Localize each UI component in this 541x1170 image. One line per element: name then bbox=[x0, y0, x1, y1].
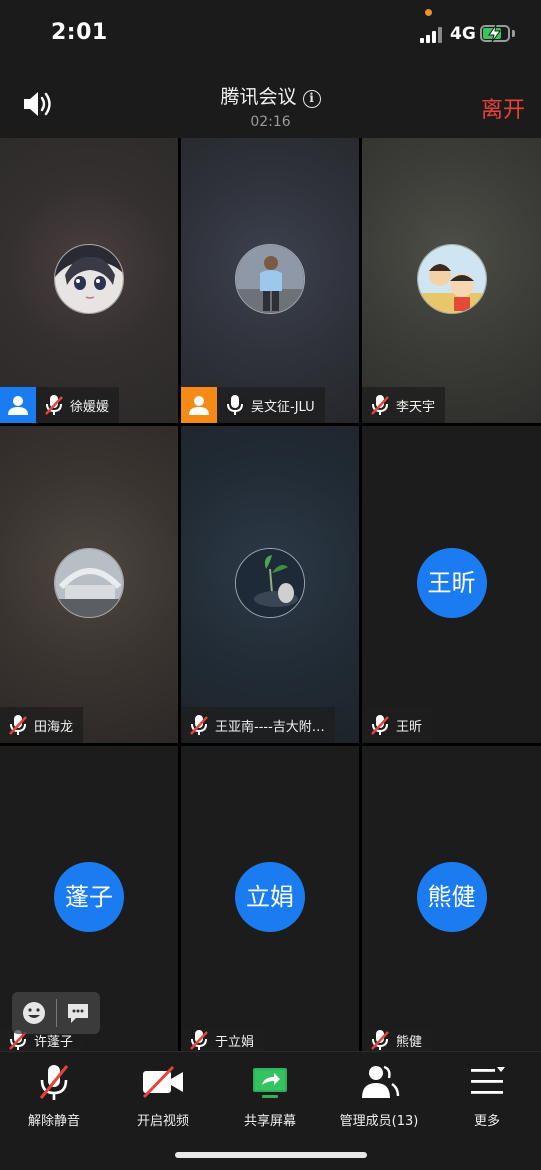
meeting-header: 腾讯会议 i 02:16 离开 bbox=[0, 66, 541, 138]
mic-muted-icon bbox=[190, 1030, 208, 1050]
manage-members-button[interactable]: 管理成员(13) bbox=[335, 1062, 423, 1129]
participant-name-tag: 王昕 bbox=[362, 707, 433, 743]
mic-muted-icon bbox=[9, 715, 27, 735]
participant-avatar bbox=[416, 243, 487, 314]
share-screen-label: 共享屏幕 bbox=[243, 1114, 296, 1129]
leave-button[interactable]: 离开 bbox=[481, 92, 525, 124]
mic-muted-icon bbox=[39, 1065, 69, 1100]
share-screen-icon bbox=[253, 1068, 287, 1098]
user-icon bbox=[8, 396, 28, 415]
charging-icon bbox=[488, 24, 501, 43]
participant-tile[interactable]: 吴文征-JLU bbox=[181, 138, 359, 423]
participant-tile[interactable]: 李天宇 bbox=[362, 138, 541, 423]
emoji-button[interactable] bbox=[12, 992, 56, 1034]
participant-name-tag: 于立娟 bbox=[181, 1029, 265, 1051]
participant-name-tag: 王亚南----吉大附… bbox=[181, 707, 335, 743]
participant-tile[interactable]: 立娟 于立娟 bbox=[181, 746, 359, 1051]
participant-name: 熊健 bbox=[396, 1034, 423, 1050]
participant-avatar: 立娟 bbox=[235, 861, 305, 932]
participant-avatar: 王昕 bbox=[416, 547, 487, 618]
start-video-label: 开启视频 bbox=[136, 1114, 189, 1129]
chat-button[interactable] bbox=[56, 992, 100, 1034]
meeting-title: 腾讯会议 bbox=[220, 86, 297, 108]
privacy-indicator-dot bbox=[425, 9, 432, 16]
participant-name-tag: 徐媛媛 bbox=[0, 387, 120, 423]
share-screen-button[interactable]: 共享屏幕 bbox=[238, 1062, 302, 1129]
meeting-timer: 02:16 bbox=[250, 114, 291, 130]
emoji-icon bbox=[22, 1002, 45, 1024]
mic-muted-icon bbox=[371, 1030, 389, 1050]
home-indicator[interactable] bbox=[175, 1152, 367, 1158]
participant-name: 王昕 bbox=[396, 719, 423, 735]
participant-name: 田海龙 bbox=[34, 719, 74, 735]
more-button[interactable]: 更多 bbox=[455, 1062, 519, 1129]
participant-name-tag: 田海龙 bbox=[0, 707, 84, 743]
participant-name-tag: 李天宇 bbox=[362, 387, 446, 423]
start-video-button[interactable]: 开启视频 bbox=[131, 1062, 195, 1129]
participant-avatar bbox=[54, 547, 124, 618]
participant-tile[interactable]: 徐媛媛 bbox=[0, 138, 178, 423]
unmute-button[interactable]: 解除静音 bbox=[22, 1062, 86, 1129]
manage-members-label: 管理成员(13) bbox=[339, 1114, 419, 1129]
participant-avatar bbox=[54, 243, 124, 314]
signal-icon bbox=[420, 27, 444, 43]
participant-avatar: 蓬子 bbox=[54, 861, 124, 932]
mic-muted-icon bbox=[190, 715, 208, 735]
participant-tile[interactable]: 田海龙 bbox=[0, 426, 178, 743]
participant-tile[interactable]: 熊健 熊健 bbox=[362, 746, 541, 1051]
participant-tile[interactable]: 王亚南----吉大附… bbox=[181, 426, 359, 743]
participant-tile[interactable]: 王昕 王昕 bbox=[362, 426, 541, 743]
participant-name-tag: 吴文征-JLU bbox=[181, 387, 325, 423]
participant-name-tag: 熊健 bbox=[362, 1029, 433, 1051]
mic-on-icon bbox=[227, 395, 243, 415]
mic-muted-icon bbox=[371, 395, 389, 415]
status-time: 2:01 bbox=[51, 20, 108, 45]
user-icon bbox=[189, 396, 209, 415]
meeting-title-wrap: 腾讯会议 i bbox=[0, 82, 541, 109]
more-menu-icon bbox=[471, 1067, 505, 1094]
participant-avatar bbox=[235, 547, 305, 618]
participant-name: 徐媛媛 bbox=[70, 399, 110, 415]
participant-name: 李天宇 bbox=[396, 399, 436, 415]
participant-name: 王亚南----吉大附… bbox=[215, 719, 325, 735]
status-bar: 2:01 4G bbox=[0, 0, 541, 66]
network-type: 4G bbox=[450, 24, 476, 44]
video-off-icon bbox=[142, 1065, 183, 1099]
participant-grid: 徐媛媛 吴文征-JLU 李天宇 田海龙 王亚南----吉大附… 王昕 王昕 蓬子… bbox=[0, 138, 541, 1051]
participant-name: 于立娟 bbox=[215, 1034, 255, 1050]
chat-icon bbox=[68, 1004, 89, 1023]
participant-avatar: 熊健 bbox=[416, 861, 487, 932]
unmute-label: 解除静音 bbox=[27, 1114, 80, 1129]
members-icon bbox=[362, 1065, 400, 1098]
cohost-badge bbox=[181, 387, 217, 423]
host-badge bbox=[0, 387, 36, 423]
info-icon[interactable]: i bbox=[302, 90, 321, 108]
mic-muted-icon bbox=[45, 395, 63, 415]
mic-muted-icon bbox=[371, 715, 389, 735]
participant-avatar bbox=[235, 243, 305, 314]
reaction-chat-overlay bbox=[12, 992, 100, 1034]
participant-name: 吴文征-JLU bbox=[251, 399, 315, 415]
more-label: 更多 bbox=[473, 1114, 500, 1129]
